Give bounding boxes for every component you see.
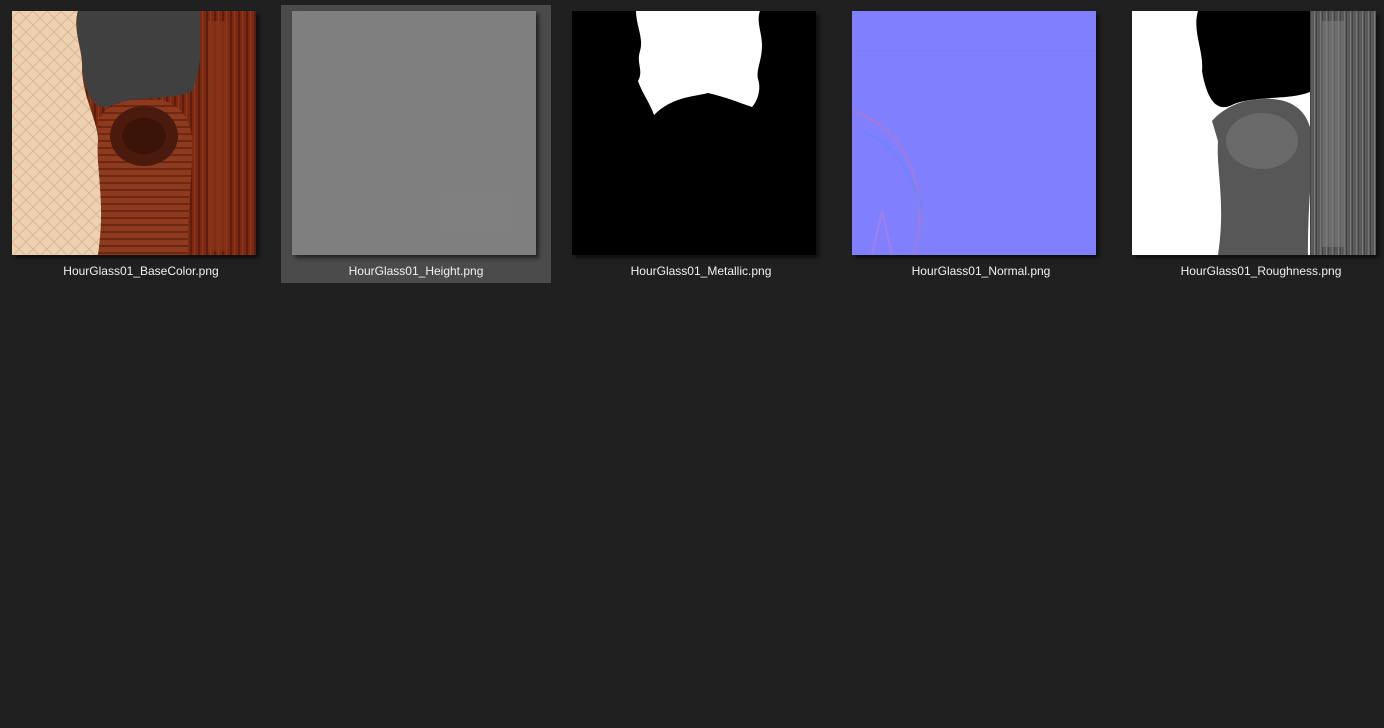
- file-tile-roughness[interactable]: HourGlass01_Roughness.png: [1126, 5, 1384, 283]
- basecolor-thumbnail[interactable]: [12, 11, 256, 255]
- file-name-label: HourGlass01_Height.png: [348, 264, 484, 278]
- file-tile-normal[interactable]: HourGlass01_Normal.png: [846, 5, 1116, 283]
- height-thumbnail[interactable]: [292, 11, 536, 255]
- metallic-texture-icon: [572, 11, 816, 255]
- file-tile-basecolor[interactable]: HourGlass01_BaseColor.png: [6, 5, 276, 283]
- metallic-thumbnail[interactable]: [572, 11, 816, 255]
- file-tile-metallic[interactable]: HourGlass01_Metallic.png: [566, 5, 836, 283]
- normal-texture-icon: [852, 11, 1096, 255]
- file-name-label: HourGlass01_Normal.png: [911, 264, 1051, 278]
- basecolor-texture-icon: [12, 11, 256, 255]
- file-tile-height[interactable]: HourGlass01_Height.png: [281, 5, 551, 283]
- file-name-label: HourGlass01_Metallic.png: [630, 264, 772, 278]
- normal-thumbnail[interactable]: [852, 11, 1096, 255]
- roughness-texture-icon: [1132, 11, 1376, 255]
- roughness-thumbnail[interactable]: [1132, 11, 1376, 255]
- file-grid: HourGlass01_BaseColor.png HourGlass01_He…: [0, 0, 1384, 728]
- height-texture-icon: [292, 11, 536, 255]
- file-name-label: HourGlass01_Roughness.png: [1180, 264, 1342, 278]
- file-name-label: HourGlass01_BaseColor.png: [63, 264, 219, 278]
